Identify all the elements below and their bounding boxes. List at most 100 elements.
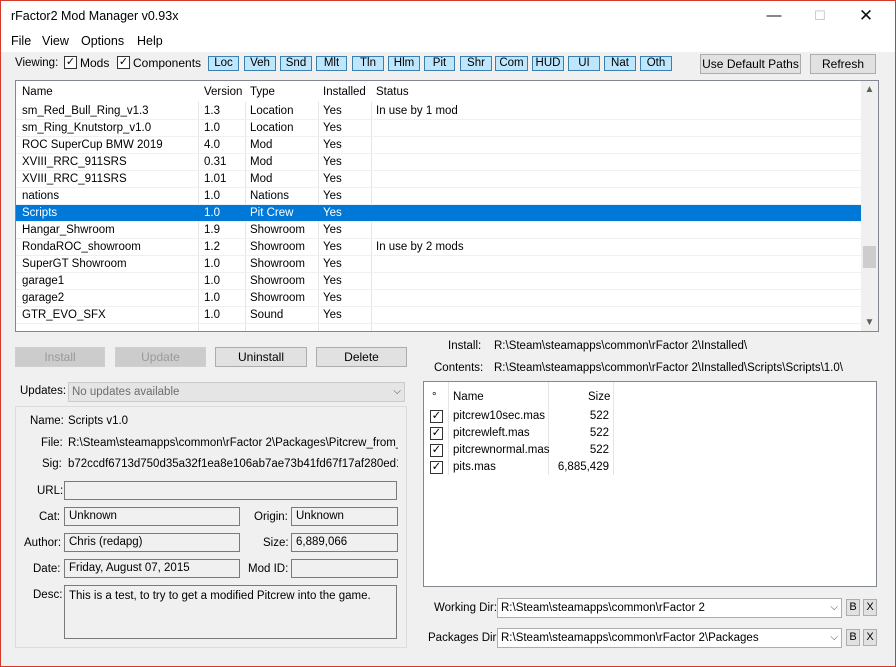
file-row[interactable]: ✓ pitcrew10sec.mas 522 (424, 408, 614, 425)
cell-name: GTR_EVO_SFX (22, 309, 106, 321)
working-dir-clear-button[interactable]: X (863, 599, 877, 616)
install-button[interactable]: Install (15, 347, 105, 367)
file-checkbox[interactable]: ✓ (430, 427, 443, 440)
menu-file[interactable]: File (11, 34, 31, 48)
install-path-value: R:\Steam\steamapps\common\rFactor 2\Inst… (494, 340, 748, 352)
cell-installed: Yes (323, 139, 342, 151)
filter-nat-toggle[interactable]: Nat (604, 56, 636, 71)
update-button[interactable]: Update (115, 347, 206, 367)
filter-shr-toggle[interactable]: Shr (460, 56, 492, 71)
updates-select[interactable]: No updates available ⌵ (68, 382, 405, 402)
table-row[interactable]: GTR_EVO_SFX 1.0 Sound Yes (16, 307, 861, 324)
cell-installed: Yes (323, 105, 342, 117)
origin-field[interactable]: Unknown (291, 507, 398, 526)
working-dir-browse-button[interactable]: B (846, 599, 860, 616)
scroll-down-arrow-icon[interactable]: ▼ (861, 314, 878, 331)
origin-label: Origin: (254, 511, 288, 523)
table-row[interactable]: sm_Ring_Knutstorp_v1.0 1.0 Location Yes (16, 120, 861, 137)
table-row[interactable]: Scripts 1.0 Pit Crew Yes (16, 205, 861, 222)
packages-dir-clear-button[interactable]: X (863, 629, 877, 646)
cell-version: 1.0 (204, 309, 220, 321)
mod-list[interactable]: Name Version Type Installed Status sm_Re… (15, 80, 879, 332)
desc-label: Desc: (33, 589, 63, 601)
table-row[interactable]: garage2 1.0 Showroom Yes (16, 290, 861, 307)
maximize-button[interactable]: ☐ (797, 1, 843, 32)
column-header-version[interactable]: Version (204, 86, 242, 98)
menu-view[interactable]: View (42, 34, 69, 48)
filter-hlm-toggle[interactable]: Hlm (388, 56, 420, 71)
cell-name: ROC SuperCup BMW 2019 (22, 139, 163, 151)
table-row[interactable]: Hangar_Shwroom 1.9 Showroom Yes (16, 222, 861, 239)
file-row[interactable]: ✓ pits.mas 6,885,429 (424, 459, 614, 476)
close-button[interactable]: ✕ (843, 1, 889, 32)
cell-name: RondaROC_showroom (22, 241, 141, 253)
file-checkbox[interactable]: ✓ (430, 461, 443, 474)
packages-dir-browse-button[interactable]: B (846, 629, 860, 646)
size-field[interactable]: 6,889,066 (291, 533, 398, 552)
cell-name: Hangar_Shwroom (22, 224, 115, 236)
filter-oth-toggle[interactable]: Oth (640, 56, 672, 71)
file-checkbox[interactable]: ✓ (430, 410, 443, 423)
scroll-thumb[interactable] (863, 246, 876, 268)
uninstall-button[interactable]: Uninstall (215, 347, 307, 367)
cat-field[interactable]: Unknown (64, 507, 240, 526)
cat-label: Cat: (39, 511, 61, 523)
table-row[interactable]: nations 1.0 Nations Yes (16, 188, 861, 205)
column-header-filesize[interactable]: Size (588, 391, 610, 403)
use-default-paths-button[interactable]: Use Default Paths (700, 54, 801, 74)
column-header-filename[interactable]: Name (453, 391, 484, 403)
file-checkbox[interactable]: ✓ (430, 444, 443, 457)
mod-list-scrollbar[interactable]: ▲ ▼ (861, 81, 878, 331)
mods-checkbox[interactable]: ✓ (64, 56, 77, 69)
cell-type: Location (250, 105, 294, 117)
table-row[interactable]: ROC SuperCup BMW 2019 4.0 Mod Yes (16, 137, 861, 154)
minimize-button[interactable]: — (751, 1, 797, 32)
cell-version: 1.9 (204, 224, 220, 236)
file-row[interactable]: ✓ pitcrewnormal.mas 522 (424, 442, 614, 459)
date-field[interactable]: Friday, August 07, 2015 (64, 559, 240, 578)
cell-version: 1.0 (204, 122, 220, 134)
menu-options[interactable]: Options (81, 34, 124, 48)
packages-dir-select[interactable]: R:\Steam\steamapps\common\rFactor 2\Pack… (497, 628, 842, 648)
table-row[interactable]: XVIII_RRC_911SRS 1.01 Mod Yes (16, 171, 861, 188)
author-field[interactable]: Chris (redapg) (64, 533, 240, 552)
cell-type: Showroom (250, 292, 305, 304)
table-row[interactable]: garage1 1.0 Showroom Yes (16, 273, 861, 290)
cell-type: Showroom (250, 224, 305, 236)
url-field[interactable] (64, 481, 397, 500)
table-row[interactable]: XVIII_RRC_911SRS 0.31 Mod Yes (16, 154, 861, 171)
filter-pit-toggle[interactable]: Pit (424, 56, 455, 71)
filter-ui-toggle[interactable]: UI (568, 56, 600, 71)
file-row[interactable]: ✓ pitcrewleft.mas 522 (424, 425, 614, 442)
name-value: Scripts v1.0 (68, 415, 129, 427)
table-row[interactable]: sm_Red_Bull_Ring_v1.3 1.3 Location Yes In us… (16, 103, 861, 120)
column-header-status[interactable]: Status (376, 86, 409, 98)
filter-mlt-toggle[interactable]: Mlt (316, 56, 347, 71)
refresh-button[interactable]: Refresh (810, 54, 876, 74)
menu-help[interactable]: Help (137, 34, 163, 48)
date-label: Date: (33, 563, 61, 575)
modid-field[interactable] (291, 559, 398, 578)
file-list[interactable]: ° Name Size ✓ pitcrew10sec.mas 522 ✓ pitcrew… (423, 381, 877, 587)
filter-loc-toggle[interactable]: Loc (208, 56, 239, 71)
table-row[interactable]: RondaROC_showroom 1.2 Showroom Yes In use by… (16, 239, 861, 256)
column-header-installed[interactable]: Installed (323, 86, 366, 98)
components-checkbox[interactable]: ✓ (117, 56, 130, 69)
filter-com-toggle[interactable]: Com (495, 56, 528, 71)
filter-veh-toggle[interactable]: Veh (244, 56, 276, 71)
column-header-type[interactable]: Type (250, 86, 275, 98)
delete-button[interactable]: Delete (316, 347, 407, 367)
table-row[interactable]: SuperGT Showroom 1.0 Showroom Yes (16, 256, 861, 273)
file-name: pitcrewleft.mas (453, 427, 530, 439)
chevron-down-icon: ⌵ (393, 386, 401, 397)
column-header-name[interactable]: Name (22, 86, 53, 98)
column-header-check[interactable]: ° (432, 391, 437, 403)
working-dir-select[interactable]: R:\Steam\steamapps\common\rFactor 2 ⌵ (497, 598, 842, 618)
desc-textarea[interactable]: This is a test, to try to get a modified… (64, 585, 397, 639)
filter-hud-toggle[interactable]: HUD (532, 56, 564, 71)
cell-type: Mod (250, 173, 273, 185)
filter-tln-toggle[interactable]: Tln (352, 56, 384, 71)
filter-snd-toggle[interactable]: Snd (280, 56, 312, 71)
cell-type: Location (250, 122, 294, 134)
scroll-up-arrow-icon[interactable]: ▲ (861, 81, 878, 98)
